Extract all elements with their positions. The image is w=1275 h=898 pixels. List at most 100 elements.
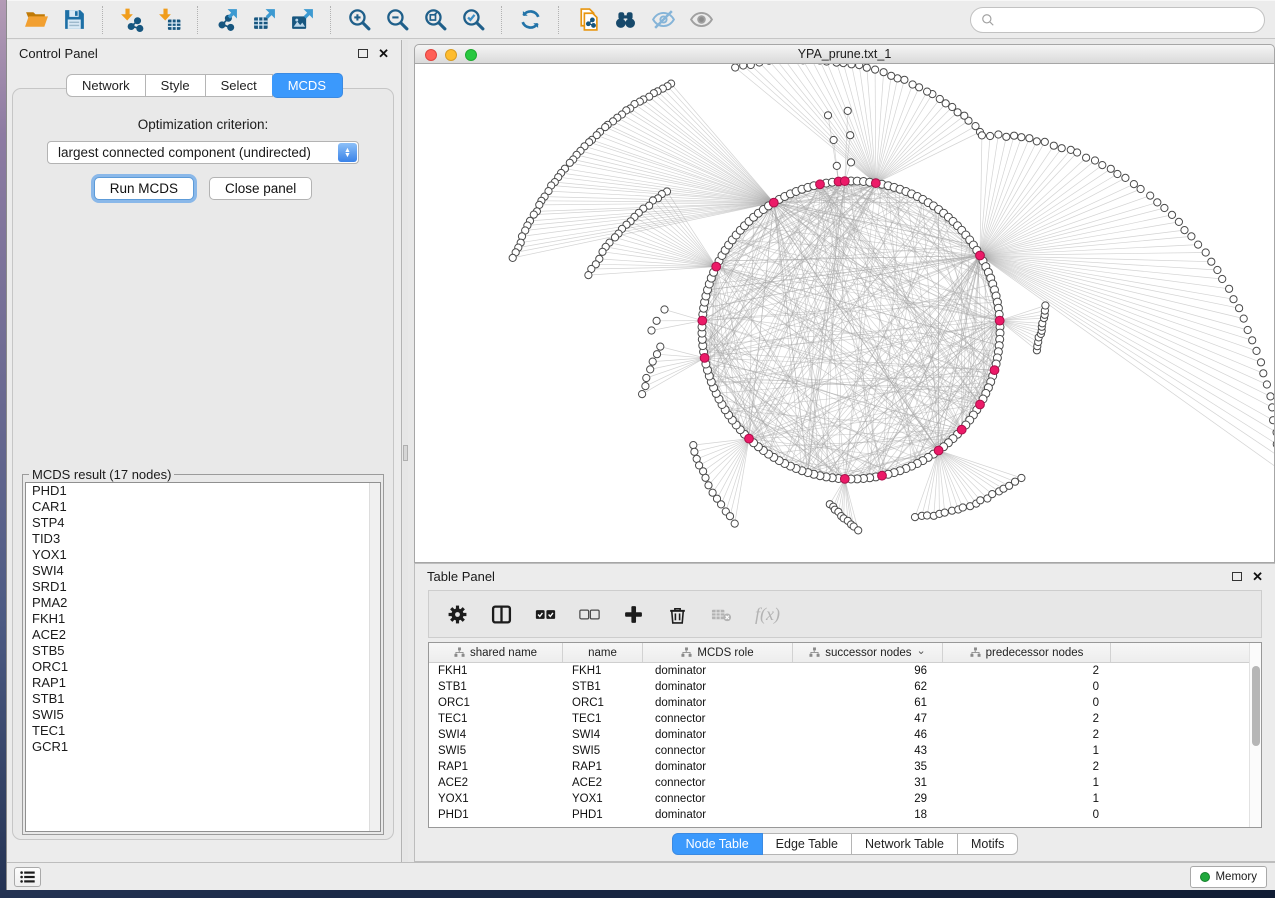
table-panel-title: Table Panel [427, 569, 495, 584]
table-cell: 18 [793, 809, 943, 821]
tab-edge-table[interactable]: Edge Table [763, 833, 852, 855]
tab-mcds[interactable]: MCDS [272, 73, 343, 98]
column-header-name[interactable]: name [563, 643, 643, 662]
status-bar: Memory [7, 862, 1275, 890]
table-mode-gear-icon[interactable] [447, 604, 468, 625]
table-row[interactable]: FKH1FKH1dominator962 [429, 663, 1261, 679]
save-session-icon[interactable] [59, 5, 89, 35]
window-close-icon[interactable] [425, 49, 437, 61]
delete-columns-icon[interactable] [667, 604, 688, 625]
find-icon[interactable] [610, 5, 640, 35]
table-row[interactable]: ORC1ORC1dominator610 [429, 695, 1261, 711]
mcds-result-item[interactable]: YOX1 [26, 547, 380, 563]
close-panel-button[interactable]: Close panel [209, 177, 312, 200]
float-table-panel-icon[interactable] [1232, 572, 1242, 581]
mcds-result-item[interactable]: SWI5 [26, 707, 380, 723]
mcds-result-item[interactable]: ORC1 [26, 659, 380, 675]
table-scrollbar[interactable] [1249, 643, 1261, 827]
task-history-button[interactable] [14, 867, 41, 887]
export-table-icon[interactable] [249, 5, 279, 35]
mcds-result-list[interactable]: PHD1CAR1STP4TID3YOX1SWI4SRD1PMA2FKH1ACE2… [25, 482, 381, 832]
network-graph[interactable] [415, 64, 1275, 562]
network-canvas[interactable] [414, 64, 1275, 563]
mcds-result-item[interactable]: GCR1 [26, 739, 380, 755]
hide-selected-icon[interactable] [648, 5, 678, 35]
open-session-icon[interactable] [21, 5, 51, 35]
table-toolbar: f(x) [428, 590, 1262, 638]
tab-network[interactable]: Network [66, 74, 146, 97]
mcds-list-scrollbar[interactable] [369, 483, 380, 831]
select-all-rows-icon[interactable] [535, 604, 556, 625]
table-row[interactable]: TEC1TEC1connector472 [429, 711, 1261, 727]
mcds-result-item[interactable]: SWI4 [26, 563, 380, 579]
tab-style[interactable]: Style [146, 74, 206, 97]
import-network-icon[interactable] [116, 5, 146, 35]
column-header-shared-name[interactable]: shared name [429, 643, 563, 662]
table-cell: connector [643, 777, 793, 789]
network-window-title: YPA_prune.txt_1 [798, 47, 892, 61]
memory-label: Memory [1215, 871, 1257, 883]
float-panel-icon[interactable] [358, 49, 368, 58]
table-cell: TEC1 [429, 713, 563, 725]
export-image-icon[interactable] [287, 5, 317, 35]
network-search-field[interactable] [970, 7, 1265, 33]
close-panel-icon[interactable]: ✕ [378, 47, 389, 60]
zoom-fit-icon[interactable] [420, 5, 450, 35]
column-header-predecessor-nodes[interactable]: predecessor nodes [943, 643, 1111, 662]
deselect-all-rows-icon[interactable] [579, 604, 600, 625]
control-panel-tabs: NetworkStyleSelectMCDS [7, 74, 401, 97]
optimization-criterion-select[interactable]: largest connected component (undirected)… [47, 141, 359, 164]
refresh-view-icon[interactable] [515, 5, 545, 35]
column-header-successor-nodes[interactable]: successor nodes⌄ [793, 643, 943, 662]
mcds-result-item[interactable]: RAP1 [26, 675, 380, 691]
tab-motifs[interactable]: Motifs [958, 833, 1018, 855]
run-mcds-button[interactable]: Run MCDS [94, 177, 194, 200]
table-cell: 35 [793, 761, 943, 773]
mcds-result-item[interactable]: PHD1 [26, 483, 380, 499]
table-cell: FKH1 [429, 665, 563, 677]
new-network-from-selection-icon[interactable] [572, 5, 602, 35]
zoom-out-icon[interactable] [382, 5, 412, 35]
mcds-result-item[interactable]: TEC1 [26, 723, 380, 739]
mcds-result-item[interactable]: PMA2 [26, 595, 380, 611]
table-row[interactable]: ACE2ACE2connector311 [429, 775, 1261, 791]
table-row[interactable]: STB1STB1dominator620 [429, 679, 1261, 695]
network-window-titlebar[interactable]: YPA_prune.txt_1 [414, 44, 1275, 64]
memory-button[interactable]: Memory [1190, 866, 1267, 888]
tab-select[interactable]: Select [206, 74, 273, 97]
mcds-result-item[interactable]: SRD1 [26, 579, 380, 595]
show-hide-columns-icon[interactable] [491, 604, 512, 625]
mcds-result-item[interactable]: STP4 [26, 515, 380, 531]
mcds-result-item[interactable]: ACE2 [26, 627, 380, 643]
table-cell: connector [643, 745, 793, 757]
import-table-icon[interactable] [154, 5, 184, 35]
table-row[interactable]: YOX1YOX1connector291 [429, 791, 1261, 807]
table-scrollbar-thumb[interactable] [1252, 666, 1260, 746]
export-network-icon[interactable] [211, 5, 241, 35]
create-column-icon[interactable] [623, 604, 644, 625]
mcds-result-item[interactable]: STB5 [26, 643, 380, 659]
table-row[interactable]: PHD1PHD1dominator180 [429, 807, 1261, 823]
window-zoom-icon[interactable] [465, 49, 477, 61]
mcds-result-item[interactable]: STB1 [26, 691, 380, 707]
column-label: successor nodes [825, 647, 911, 659]
zoom-in-icon[interactable] [344, 5, 374, 35]
table-cell: 2 [943, 729, 1111, 741]
node-table[interactable]: shared namenameMCDS rolesuccessor nodes⌄… [428, 642, 1262, 828]
network-view-window: YPA_prune.txt_1 [414, 44, 1275, 563]
column-header-MCDS-role[interactable]: MCDS role [643, 643, 793, 662]
window-minimize-icon[interactable] [445, 49, 457, 61]
table-cell: connector [643, 793, 793, 805]
tab-node-table[interactable]: Node Table [672, 833, 763, 855]
table-row[interactable]: SWI4SWI4dominator462 [429, 727, 1261, 743]
mcds-result-item[interactable]: CAR1 [26, 499, 380, 515]
column-type-icon [970, 647, 981, 658]
zoom-selected-icon[interactable] [458, 5, 488, 35]
table-row[interactable]: SWI5SWI5connector431 [429, 743, 1261, 759]
mcds-result-item[interactable]: TID3 [26, 531, 380, 547]
search-input[interactable] [1000, 13, 1254, 27]
tab-network-table[interactable]: Network Table [852, 833, 958, 855]
close-table-panel-icon[interactable]: ✕ [1252, 570, 1263, 583]
mcds-result-item[interactable]: FKH1 [26, 611, 380, 627]
table-row[interactable]: RAP1RAP1dominator352 [429, 759, 1261, 775]
